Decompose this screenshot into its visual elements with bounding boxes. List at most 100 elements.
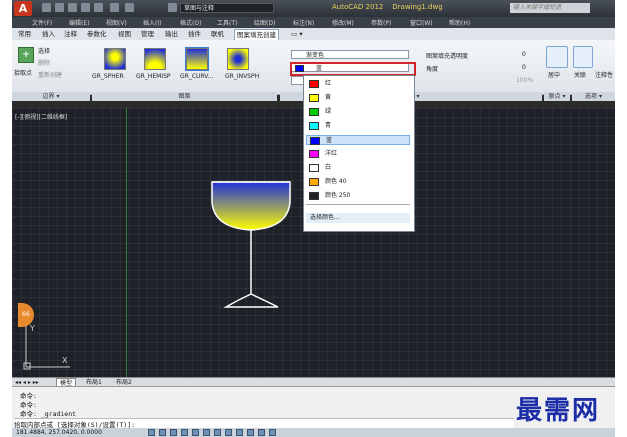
tab-online[interactable]: 联机 [209, 29, 226, 39]
tab-view[interactable]: 视图 [116, 29, 133, 39]
lineweight-icon[interactable] [236, 429, 243, 436]
menu-modify[interactable]: 修改(M) [332, 18, 354, 27]
option-label: 白 [325, 164, 332, 171]
save-as-icon[interactable] [81, 3, 90, 12]
redo-icon[interactable] [125, 3, 134, 12]
color-option-red[interactable]: 红 [306, 79, 410, 89]
tab-home[interactable]: 常用 [16, 29, 33, 39]
command-history-line: 命令: _gradient [20, 410, 77, 418]
remove-boundary-button[interactable]: 删除 [38, 58, 50, 67]
tab-hatch-creation[interactable]: 图案填充创建 [234, 29, 279, 40]
color-option-blue[interactable]: 蓝 [306, 135, 410, 145]
gr-curved-swatch[interactable] [185, 47, 209, 71]
snap-icon[interactable] [148, 429, 155, 436]
menu-parametric[interactable]: 参数(P) [371, 18, 391, 27]
yellow-swatch [309, 94, 319, 102]
menu-insert[interactable]: 插入(I) [143, 18, 161, 27]
color250-swatch [309, 192, 319, 200]
autocad-logo-icon[interactable]: A [14, 1, 32, 16]
new-file-icon[interactable] [42, 3, 51, 12]
ribbon-minimize-icon[interactable]: ▭ ▾ [289, 29, 305, 39]
open-file-icon[interactable] [55, 3, 64, 12]
tint-value[interactable]: 100% [516, 77, 533, 84]
select-color-label: 选择颜色... [310, 214, 340, 221]
cyan-swatch [309, 122, 319, 130]
annotative-button[interactable]: 注释性 [595, 70, 613, 79]
workspace-select[interactable]: 草图与注释 [180, 3, 274, 13]
boundary-panel-label[interactable]: 边界 ▾ [12, 92, 90, 101]
osnap-icon[interactable] [192, 429, 199, 436]
otrack-icon[interactable] [203, 429, 210, 436]
menu-draw[interactable]: 绘图(D) [254, 18, 275, 27]
hatch-type-select[interactable]: 渐变色 [291, 50, 409, 59]
svg-text:X: X [62, 356, 68, 365]
color-option-magenta[interactable]: 洋红 [306, 149, 410, 159]
origin-center-button[interactable]: 居中 [548, 70, 560, 79]
option-label: 青 [325, 122, 332, 129]
menu-format[interactable]: 格式(O) [180, 18, 201, 27]
dyn-icon[interactable] [225, 429, 232, 436]
menu-view[interactable]: 视图(V) [106, 18, 127, 27]
angle-value[interactable]: 0 [522, 64, 526, 71]
y-axis-line [126, 108, 127, 377]
gr-invsph-swatch[interactable] [227, 48, 249, 70]
workspace-gear-icon[interactable] [168, 3, 177, 12]
undo-icon[interactable] [110, 3, 119, 12]
pattern-label-gr-spher: GR_SPHER [92, 73, 124, 80]
color-option-yellow[interactable]: 黄 [306, 93, 410, 103]
app-title: AutoCAD 2012 Drawing1.dwg [332, 3, 443, 11]
gr-spher-swatch[interactable] [104, 48, 126, 70]
tab-plugins[interactable]: 插件 [186, 29, 203, 39]
set-origin-icon[interactable] [546, 46, 568, 68]
color-option-250[interactable]: 颜色 250 [306, 191, 410, 201]
help-search-input[interactable]: 键入关键字或短语 [510, 3, 590, 13]
pattern-panel-label[interactable]: 图案 [92, 92, 277, 101]
associative-button[interactable]: 关联 [574, 70, 586, 79]
tab-annotate[interactable]: 注释 [62, 29, 79, 39]
menu-edit[interactable]: 编辑(E) [69, 18, 89, 27]
menu-tools[interactable]: 工具(T) [217, 18, 237, 27]
color-option-cyan[interactable]: 青 [306, 121, 410, 131]
autocad-window: A 草图与注释 AutoCAD 2012 Drawing1.dwg 键入关键字或… [12, 0, 615, 437]
quick-properties-icon[interactable] [258, 429, 265, 436]
color40-swatch [309, 178, 319, 186]
tab-output[interactable]: 输出 [163, 29, 180, 39]
transparency-value[interactable]: 0 [522, 51, 526, 58]
ducs-icon[interactable] [214, 429, 221, 436]
color-option-white[interactable]: 白 [306, 163, 410, 173]
pick-point-icon[interactable]: + [18, 47, 34, 63]
ortho-icon[interactable] [170, 429, 177, 436]
color-option-green[interactable]: 绿 [306, 107, 410, 117]
viewport-label[interactable]: [-][俯视][二维线框] [15, 112, 67, 121]
menu-window[interactable]: 窗口(W) [410, 18, 433, 27]
blue-swatch [310, 137, 320, 145]
tab-manage[interactable]: 管理 [139, 29, 156, 39]
option-label: 黄 [325, 94, 332, 101]
tab-insert[interactable]: 插入 [40, 29, 57, 39]
polar-icon[interactable] [181, 429, 188, 436]
select-color-option[interactable]: 选择颜色... [306, 213, 410, 223]
dropdown-divider [306, 204, 410, 205]
color-option-40[interactable]: 颜色 40 [306, 177, 410, 187]
option-label: 红 [325, 80, 332, 87]
select-boundary-button[interactable]: 选择 [38, 46, 50, 55]
print-icon[interactable] [94, 3, 103, 12]
origin-panel-label[interactable]: 原点 ▾ [544, 92, 570, 101]
menu-dimension[interactable]: 标注(N) [293, 18, 314, 27]
selection-cycling-icon[interactable] [269, 429, 276, 436]
tab-parametric[interactable]: 参数化 [85, 29, 109, 39]
pick-point-button[interactable]: 拾取点 [14, 68, 32, 77]
menu-bar: 文件(F) 编辑(E) 视图(V) 插入(I) 格式(O) 工具(T) 绘图(D… [12, 17, 615, 28]
associative-icon[interactable] [573, 46, 593, 68]
recreate-boundary-button[interactable]: 重新创建 [38, 70, 62, 79]
magenta-swatch [309, 150, 319, 158]
options-panel-label[interactable]: 选项 ▾ [572, 92, 615, 101]
goblet-drawing[interactable] [208, 176, 294, 316]
save-icon[interactable] [68, 3, 77, 12]
menu-help[interactable]: 帮助(H) [449, 18, 470, 27]
transparency-icon[interactable] [247, 429, 254, 436]
menu-file[interactable]: 文件(F) [32, 18, 52, 27]
gr-hemisp-swatch[interactable] [144, 48, 166, 70]
grid-icon[interactable] [159, 429, 166, 436]
option-label: 颜色 40 [325, 178, 347, 185]
